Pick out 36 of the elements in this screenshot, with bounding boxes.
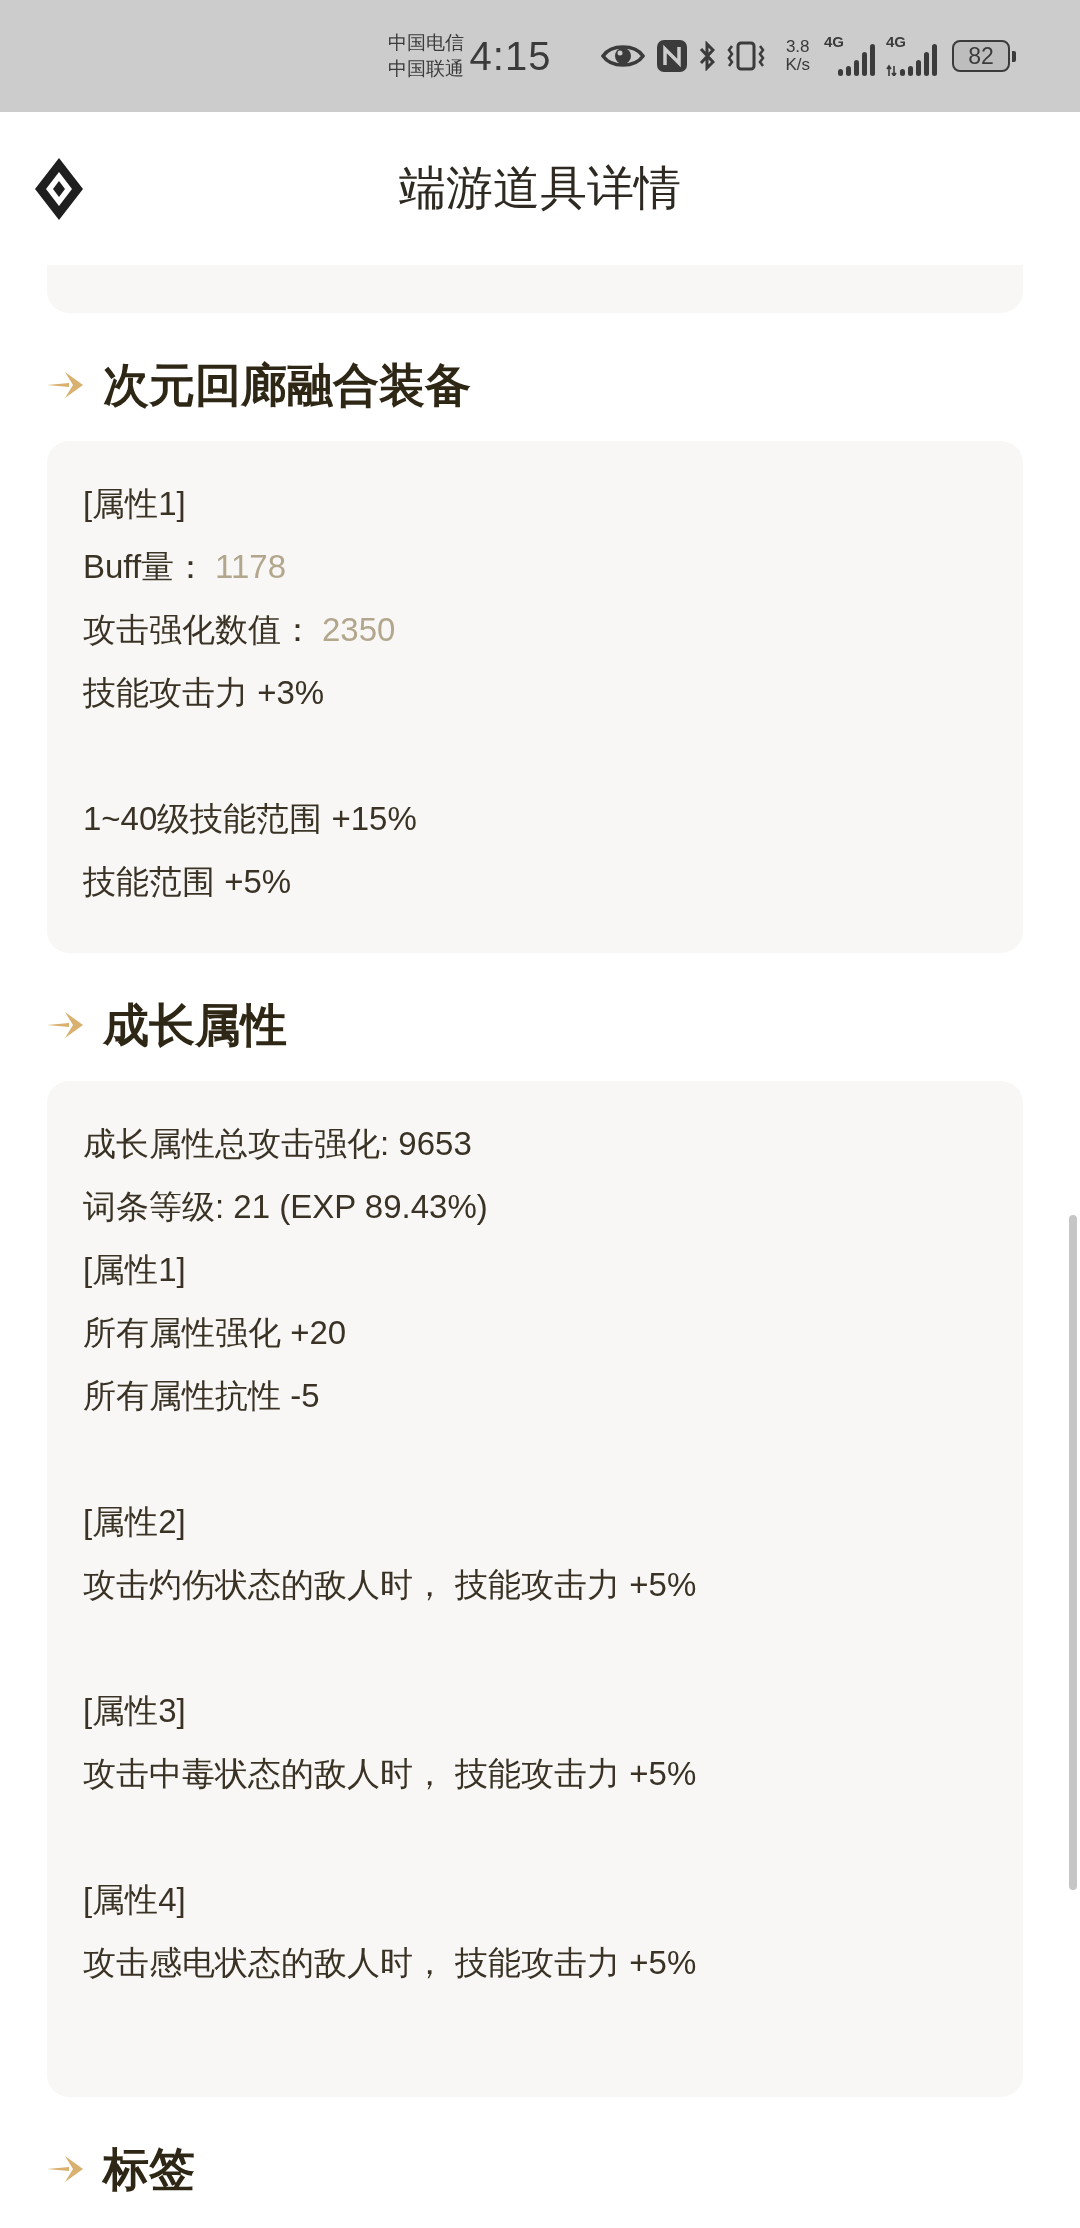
- eye-icon: [601, 43, 646, 69]
- section-title: 成长属性: [103, 999, 287, 1051]
- clock-time: 4:15: [469, 33, 552, 79]
- diamond-logo-icon: [35, 157, 83, 220]
- section-title: 标签: [103, 2143, 195, 2195]
- battery-indicator: 82: [952, 40, 1016, 72]
- stat-text: [属性1]: [83, 1251, 186, 1288]
- vibrate-icon: [727, 41, 766, 71]
- stat-text: 技能范围 +5%: [83, 863, 292, 900]
- stat-text: 所有属性强化 +20: [83, 1314, 347, 1351]
- network-speed-unit: K/s: [785, 56, 810, 74]
- stat-text: 攻击感电状态的敌人时， 技能攻击力 +5%: [83, 1944, 697, 1981]
- network-type-label: 4G: [824, 34, 844, 50]
- stat-label: Buff量：: [83, 548, 208, 585]
- stat-text: 攻击灼伤状态的敌人时， 技能攻击力 +5%: [83, 1566, 697, 1603]
- stat-text: [属性3]: [83, 1692, 186, 1729]
- carrier-name: 中国联通: [387, 57, 464, 81]
- stat-label: 攻击强化数值：: [83, 611, 314, 648]
- carrier-name: 中国电信: [387, 31, 464, 55]
- stat-text: 技能攻击力 +3%: [83, 674, 325, 711]
- network-speed: 3.8: [785, 38, 810, 56]
- section-title: 次元回廊融合装备: [103, 359, 471, 411]
- stat-value: 2350: [322, 611, 396, 648]
- stat-text: [属性4]: [83, 1881, 186, 1918]
- stat-text: 1~40级技能范围 +15%: [83, 800, 417, 837]
- page-title: 端游道具详情: [399, 160, 681, 216]
- stat-value: 1178: [215, 548, 287, 585]
- stat-text: 成长属性总攻击强化: 9653: [83, 1125, 472, 1162]
- stat-text: 词条等级: 21 (EXP 89.43%): [83, 1188, 488, 1225]
- stat-text: 攻击中毒状态的敌人时， 技能攻击力 +5%: [83, 1755, 697, 1792]
- nfc-icon: [657, 40, 688, 72]
- bluetooth-icon: [699, 41, 716, 71]
- stat-text: [属性2]: [83, 1503, 186, 1540]
- stat-text: 所有属性抗性 -5: [83, 1377, 320, 1414]
- network-type-label: 4G: [886, 34, 906, 50]
- stat-text: [属性1]: [83, 485, 186, 522]
